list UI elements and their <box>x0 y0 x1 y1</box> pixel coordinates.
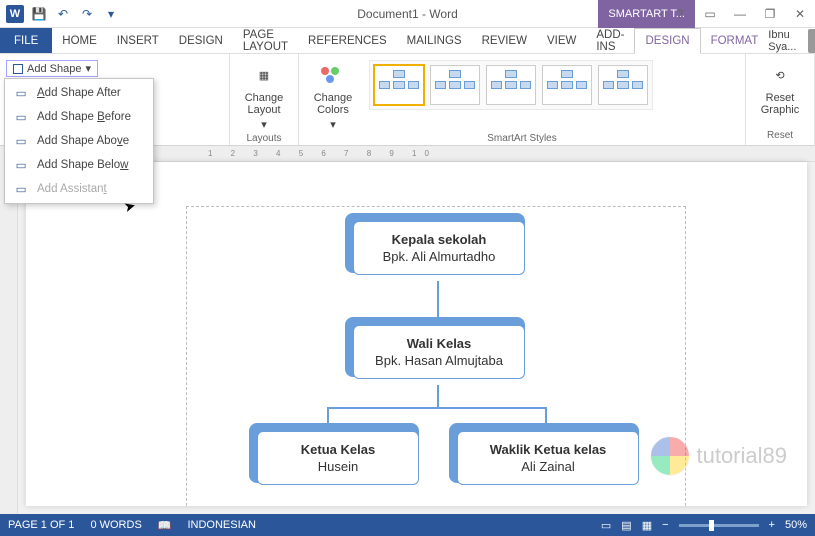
tab-view[interactable]: VIEW <box>537 28 586 53</box>
shape-after-icon: ▭ <box>13 86 29 100</box>
chevron-down-icon: ▾ <box>85 62 91 75</box>
restore-icon[interactable]: ❐ <box>755 0 785 28</box>
watermark-logo-icon <box>650 436 690 476</box>
change-colors-button[interactable]: Change Colors▾ <box>305 60 361 131</box>
view-web-icon[interactable]: ▦ <box>642 519 652 532</box>
watermark: tutorial89 <box>650 436 787 476</box>
change-layout-button[interactable]: ▦ Change Layout▾ <box>236 60 292 131</box>
add-shape-split-button[interactable]: Add Shape ▾ <box>6 60 98 77</box>
reset-graphic-icon: ⟲ <box>765 60 795 90</box>
change-layout-icon: ▦ <box>249 60 279 90</box>
ribbon: Add Shape ▾ ←Promote to Left ▭Add Shape … <box>0 54 815 146</box>
user-account[interactable]: Ibnu Sya... <box>768 28 815 53</box>
add-shape-icon <box>13 64 23 74</box>
status-proofing-icon[interactable]: 📖 <box>158 519 172 532</box>
close-icon[interactable]: ✕ <box>785 0 815 28</box>
change-colors-icon <box>318 60 348 90</box>
tab-insert[interactable]: INSERT <box>107 28 169 53</box>
status-page[interactable]: PAGE 1 OF 1 <box>8 519 74 531</box>
chevron-down-icon: ▾ <box>330 118 336 131</box>
tab-references[interactable]: REFERENCES <box>298 28 397 53</box>
assistant-icon: ▭ <box>13 182 29 196</box>
style-thumb-3[interactable] <box>486 65 536 105</box>
add-shape-below[interactable]: ▭Add Shape Below <box>7 153 151 177</box>
ribbon-tabs: FILE HOME INSERT DESIGN PAGE LAYOUT REFE… <box>0 28 815 54</box>
add-shape-dropdown: ▭Add Shape After ▭Add Shape Before ▭Add … <box>4 78 154 204</box>
status-bar: PAGE 1 OF 1 0 WORDS 📖 INDONESIAN ▭ ▤ ▦ −… <box>0 514 815 536</box>
chart-node-wali[interactable]: Wali KelasBpk. Hasan Almujtaba <box>353 325 525 379</box>
tab-review[interactable]: REVIEW <box>472 28 537 53</box>
group-layouts-label: Layouts <box>236 131 292 146</box>
save-icon[interactable]: 💾 <box>28 3 50 25</box>
tab-smartart-design[interactable]: DESIGN <box>634 28 700 54</box>
shape-above-icon: ▭ <box>13 134 29 148</box>
document-title: Document1 - Word <box>357 7 457 21</box>
user-name: Ibnu Sya... <box>768 29 804 53</box>
ribbon-options-icon[interactable]: ▭ <box>695 0 725 28</box>
chart-node-kepala[interactable]: Kepala sekolahBpk. Ali Almurtadho <box>353 221 525 275</box>
minimize-icon[interactable]: — <box>725 0 755 28</box>
add-shape-above[interactable]: ▭Add Shape Above <box>7 129 151 153</box>
zoom-in-icon[interactable]: + <box>769 519 775 531</box>
document-canvas[interactable]: Kepala sekolahBpk. Ali Almurtadho Wali K… <box>26 162 807 506</box>
app-icon[interactable]: W <box>4 3 26 25</box>
tab-home[interactable]: HOME <box>52 28 107 53</box>
tab-file[interactable]: FILE <box>0 28 52 53</box>
style-thumb-1[interactable] <box>374 65 424 105</box>
qat-dropdown-icon[interactable]: ▾ <box>100 3 122 25</box>
undo-icon[interactable]: ↶ <box>52 3 74 25</box>
group-reset-label: Reset <box>752 128 808 143</box>
add-shape-after[interactable]: ▭Add Shape After <box>7 81 151 105</box>
tab-mailings[interactable]: MAILINGS <box>397 28 472 53</box>
add-shape-before[interactable]: ▭Add Shape Before <box>7 105 151 129</box>
style-thumb-2[interactable] <box>430 65 480 105</box>
tab-smartart-format[interactable]: FORMAT <box>701 28 769 53</box>
tab-design[interactable]: DESIGN <box>169 28 233 53</box>
chevron-down-icon: ▾ <box>261 118 267 131</box>
status-words[interactable]: 0 WORDS <box>90 519 141 531</box>
zoom-out-icon[interactable]: − <box>662 519 668 531</box>
view-read-icon[interactable]: ▭ <box>601 519 611 532</box>
shape-below-icon: ▭ <box>13 158 29 172</box>
zoom-slider[interactable] <box>679 524 759 527</box>
reset-graphic-button[interactable]: ⟲ Reset Graphic <box>752 60 808 116</box>
group-smartart-styles-label: SmartArt Styles <box>305 131 739 146</box>
tab-addins[interactable]: ADD-INS <box>586 28 634 53</box>
smartart-styles-gallery[interactable] <box>369 60 653 110</box>
add-shape-label: Add Shape <box>27 63 81 75</box>
redo-icon[interactable]: ↷ <box>76 3 98 25</box>
smartart-selection[interactable]: Kepala sekolahBpk. Ali Almurtadho Wali K… <box>186 206 686 506</box>
chart-node-wakil[interactable]: Waklik Ketua kelasAli Zainal <box>457 431 639 485</box>
status-language[interactable]: INDONESIAN <box>187 519 255 531</box>
chart-node-ketua[interactable]: Ketua KelasHusein <box>257 431 419 485</box>
zoom-level[interactable]: 50% <box>785 519 807 531</box>
style-thumb-4[interactable] <box>542 65 592 105</box>
avatar <box>808 29 815 53</box>
view-print-icon[interactable]: ▤ <box>621 519 631 532</box>
help-icon[interactable]: ? <box>665 0 695 28</box>
tab-page-layout[interactable]: PAGE LAYOUT <box>233 28 298 53</box>
style-thumb-5[interactable] <box>598 65 648 105</box>
shape-before-icon: ▭ <box>13 110 29 124</box>
